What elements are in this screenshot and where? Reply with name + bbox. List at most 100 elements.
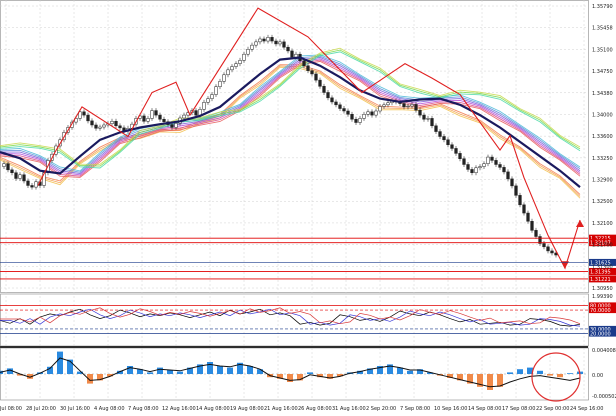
candle-body (242, 53, 246, 61)
candle-body (146, 118, 150, 122)
candle-body (278, 41, 282, 45)
price-tick-label: 1.32500 (592, 199, 613, 205)
candle-body (270, 37, 274, 42)
candle-body (286, 46, 290, 52)
candle-body (462, 158, 466, 165)
candle-body (346, 110, 350, 115)
time-tick-label: 4 Aug 08:00 (94, 406, 125, 412)
candle-body (430, 118, 434, 127)
candle-body (302, 60, 306, 66)
candle-body (282, 41, 286, 48)
candle-body (354, 118, 358, 123)
candle-body (514, 185, 518, 196)
time-tick-label: 31 Aug 16:00 (332, 406, 366, 412)
candle-body (330, 97, 334, 103)
candle-body (498, 164, 502, 168)
macd-tick-label: -0.000502 (592, 394, 616, 400)
candle-body (474, 167, 478, 173)
candle-body (370, 111, 374, 116)
candle-body (322, 86, 326, 93)
macd-histogram-bar (517, 369, 523, 374)
candle-body (502, 167, 506, 173)
candle-body (114, 121, 118, 127)
macd-histogram-bar (217, 366, 223, 374)
candle-body (30, 185, 34, 188)
candle-body (26, 180, 30, 186)
candle-body (438, 131, 442, 137)
candle-body (182, 114, 186, 119)
time-tick-label: 7 Sep 08:00 (400, 406, 430, 412)
candle-body (362, 114, 366, 119)
price-tick-label: 1.33250 (592, 156, 613, 162)
candle-body (534, 230, 538, 237)
candle-body (310, 70, 314, 75)
candle-body (34, 181, 38, 188)
candle-body (510, 178, 514, 187)
candle-body (98, 126, 102, 129)
candle-body (294, 53, 298, 58)
price-tick-label: 1.35458 (592, 26, 613, 32)
price-tick-label: 1.31300 (592, 264, 613, 270)
price-tick-label: 1.34000 (592, 112, 613, 118)
rsi-tick-label: 1.99390 (592, 294, 613, 300)
candle-body (94, 124, 98, 129)
candle-body (18, 174, 22, 179)
macd-histogram-bar (547, 374, 553, 376)
candle-body (382, 104, 386, 107)
time-tick-label: 2 Sep 20:00 (366, 406, 396, 412)
candle-body (110, 121, 114, 124)
time-tick-label: 22 Sep 00:00 (536, 406, 569, 412)
time-tick-label: 30 Jul 16:00 (60, 406, 90, 412)
time-tick-label: 19 Aug 08:00 (230, 406, 264, 412)
macd-histogram-bar (247, 366, 253, 374)
candle-body (434, 125, 438, 132)
time-tick-label: 28 Jul 20:00 (26, 406, 56, 412)
macd-histogram-bar (227, 367, 233, 374)
candle-body (326, 92, 330, 99)
candle-body (150, 110, 154, 119)
candle-body (274, 40, 278, 45)
candle-body (314, 73, 318, 81)
rsi-tag-label: 20.0000 (590, 332, 611, 338)
time-tick-label: 14 Aug 08:00 (196, 406, 230, 412)
time-tick-label: 25 Jul 08:00 (0, 406, 22, 412)
macd-tick-label: 0.0040083 (592, 348, 616, 354)
candle-body (86, 114, 90, 122)
candle-body (2, 163, 6, 167)
price-tag-label: 1.31221 (590, 277, 611, 283)
candle-body (454, 148, 458, 154)
candle-body (118, 125, 122, 129)
candle-body (230, 66, 234, 71)
macd-histogram-bar (507, 372, 513, 374)
macd-histogram-bar (537, 370, 543, 374)
candle-body (486, 156, 490, 164)
candle-body (470, 169, 474, 173)
candle-body (446, 139, 450, 145)
candle-body (218, 81, 222, 87)
candle-body (478, 166, 482, 169)
macd-histogram-bar (257, 369, 263, 374)
candle-body (490, 156, 494, 161)
candle-body (550, 250, 554, 254)
price-tick-label: 1.34380 (592, 91, 613, 97)
candle-body (210, 94, 214, 99)
candle-body (342, 108, 346, 112)
candle-body (206, 98, 210, 103)
candle-body (10, 169, 14, 173)
candle-body (306, 65, 310, 71)
time-tick-label: 24 Sep 16:00 (570, 406, 603, 412)
macd-histogram-bar (147, 372, 153, 374)
candle-body (318, 79, 322, 87)
candle-body (466, 164, 470, 170)
macd-histogram-bar (307, 372, 313, 374)
candle-body (154, 110, 158, 116)
price-tick-label: 1.31700 (592, 243, 613, 249)
candle-body (334, 101, 338, 106)
candle-body (234, 63, 238, 67)
price-tick-label: 1.32900 (592, 178, 613, 184)
trading-chart[interactable]: 1.322151.321071.316251.313951.31221 80.0… (0, 0, 616, 416)
time-tick-label: 12 Aug 16:00 (162, 406, 196, 412)
time-tick-label: 7 Aug 08:00 (128, 406, 159, 412)
candle-body (418, 109, 422, 116)
candle-body (6, 163, 10, 171)
